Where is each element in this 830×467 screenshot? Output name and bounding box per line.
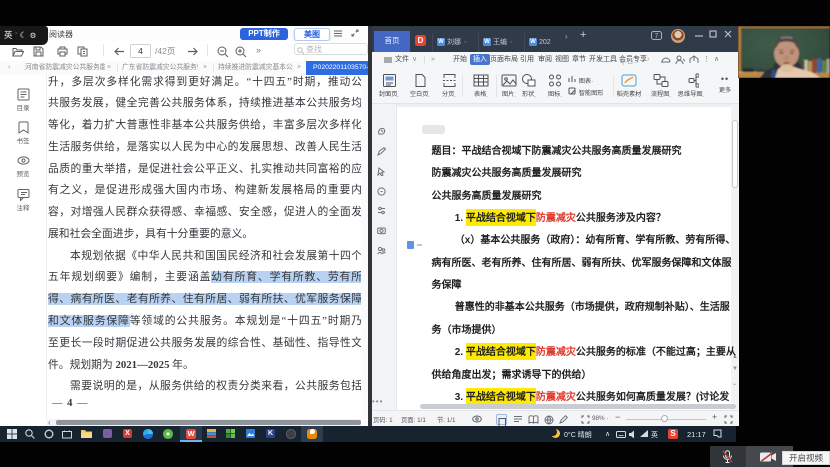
svg-text:7: 7: [655, 33, 659, 40]
